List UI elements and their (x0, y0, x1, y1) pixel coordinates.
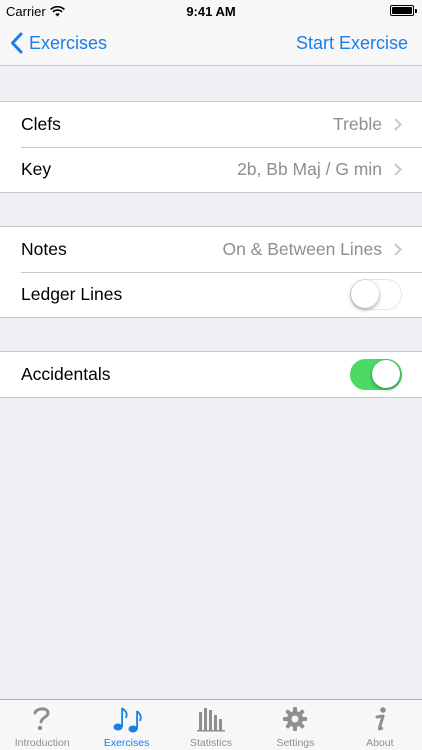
tab-about-label: About (366, 737, 394, 749)
chevron-right-icon (394, 243, 402, 256)
accidentals-row: Accidentals (0, 352, 422, 397)
clefs-label: Clefs (21, 114, 61, 134)
chevron-right-icon (394, 118, 402, 131)
ledger-lines-label: Ledger Lines (21, 284, 123, 304)
ledger-lines-row: Ledger Lines (0, 272, 422, 317)
settings-group-notes: Notes On & Between Lines Ledger Lines (0, 226, 422, 318)
start-exercise-button[interactable]: Start Exercise (296, 33, 408, 54)
tab-introduction[interactable]: Introduction (0, 700, 84, 750)
key-value: 2b, Bb Maj / G min (237, 159, 382, 179)
back-button[interactable]: Exercises (10, 32, 107, 54)
ledger-lines-toggle[interactable] (350, 279, 402, 310)
music-notes-icon (112, 705, 142, 733)
status-bar: Carrier 9:41 AM (0, 0, 422, 22)
notes-row[interactable]: Notes On & Between Lines (0, 227, 422, 272)
clefs-row[interactable]: Clefs Treble (0, 102, 422, 147)
tab-statistics-label: Statistics (190, 737, 233, 749)
navigation-bar: Exercises Start Exercise (0, 22, 422, 66)
tab-introduction-label: Introduction (14, 737, 70, 749)
tab-exercises[interactable]: Exercises (84, 700, 168, 750)
tab-settings-label: Settings (276, 737, 315, 749)
clefs-value: Treble (333, 114, 382, 134)
chevron-left-icon (11, 32, 23, 54)
tab-bar: Introduction Exercises Statistics Settin… (0, 699, 422, 750)
accidentals-label: Accidentals (21, 364, 111, 384)
key-row[interactable]: Key 2b, Bb Maj / G min (0, 147, 422, 192)
settings-group-accidentals: Accidentals (0, 351, 422, 398)
toggle-knob (351, 280, 379, 308)
battery-icon (390, 5, 417, 16)
info-icon (370, 705, 390, 733)
back-button-label: Exercises (29, 32, 108, 53)
tab-settings[interactable]: Settings (253, 700, 337, 750)
gear-icon (282, 705, 308, 733)
notes-value: On & Between Lines (222, 239, 382, 259)
settings-group-clefs-key: Clefs Treble Key 2b, Bb Maj / G min (0, 101, 422, 193)
accidentals-toggle[interactable] (350, 359, 402, 390)
tab-exercises-label: Exercises (103, 737, 150, 749)
chevron-right-icon (394, 163, 402, 176)
tab-about[interactable]: About (338, 700, 422, 750)
notes-label: Notes (21, 239, 67, 259)
key-label: Key (21, 159, 52, 179)
tab-statistics[interactable]: Statistics (169, 700, 253, 750)
status-time: 9:41 AM (186, 4, 236, 19)
bar-chart-icon (196, 705, 226, 733)
toggle-knob (372, 360, 400, 388)
question-mark-icon (30, 705, 54, 733)
